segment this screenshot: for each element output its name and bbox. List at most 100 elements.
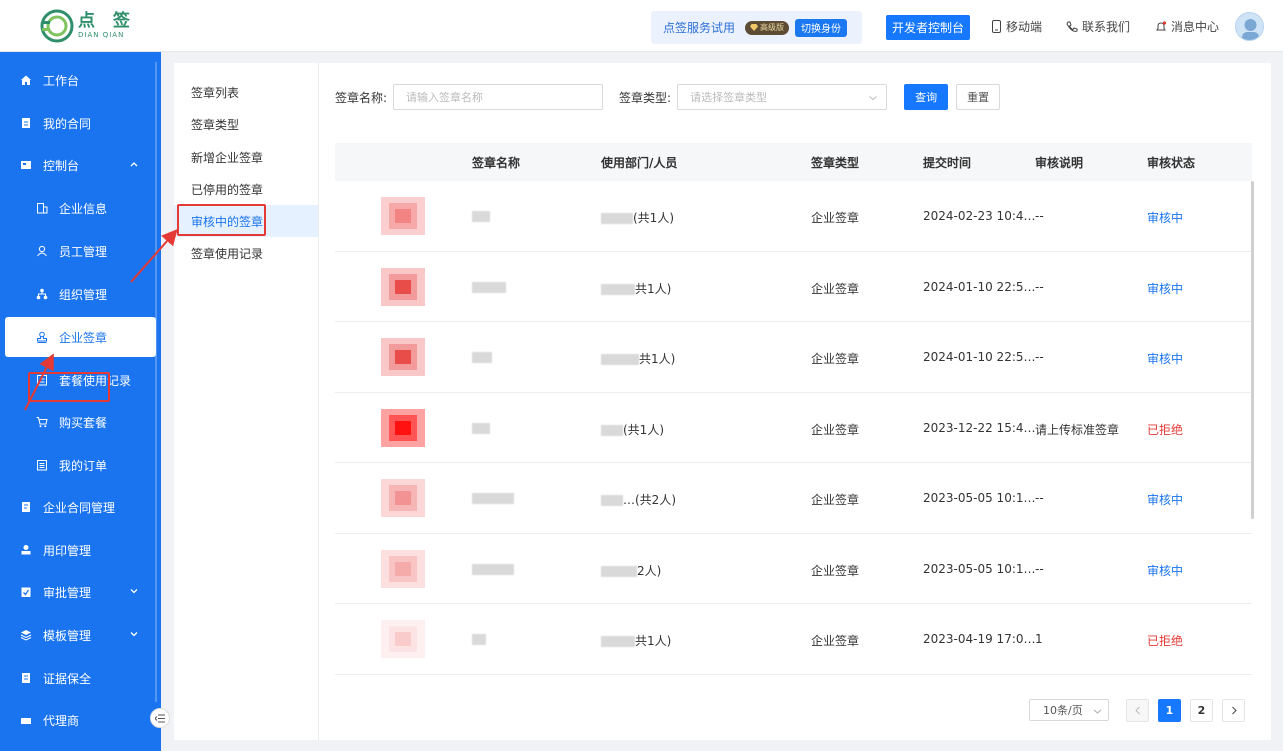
page-size-label: 10条/页 (1043, 704, 1083, 717)
dept-count: 共1人) (639, 352, 676, 366)
sidebar-item-templates[interactable]: 模板管理 (0, 615, 161, 655)
chevron-left-icon (1134, 706, 1140, 714)
top-header: 点 签 DIAN QIAN 点签服务试用 高级版 切换身份 开发者控制台 移动端… (0, 0, 1283, 52)
sidebar-item-seal-usage[interactable]: 用印管理 (0, 530, 161, 570)
sidebar-item-workbench[interactable]: 工作台 (0, 60, 161, 100)
mobile-link[interactable]: 移动端 (991, 18, 1042, 35)
submit-time-cell: 2023-04-19 17:0… (923, 632, 1036, 646)
logo[interactable]: 点 签 DIAN QIAN (40, 9, 136, 43)
sidebar-item-org[interactable]: 组织管理 (0, 274, 161, 314)
sidebar-item-label: 审批管理 (43, 585, 92, 600)
seal-name-input[interactable]: 请输入签章名称 (393, 84, 604, 110)
next-page-button[interactable] (1222, 698, 1245, 722)
message-center-link[interactable]: 消息中心 (1155, 18, 1219, 35)
console-icon (20, 159, 32, 171)
sidebar-item-agent[interactable]: 代理商 (0, 700, 161, 740)
bell-icon (1156, 20, 1167, 30)
seal-image (381, 620, 425, 658)
sidebar-item-label: 员工管理 (59, 244, 108, 259)
prev-page-button[interactable] (1126, 698, 1149, 722)
sidebar-item-my-orders[interactable]: 我的订单 (0, 445, 161, 485)
sidebar-item-company-info[interactable]: 企业信息 (0, 188, 161, 228)
subnav-add-seal[interactable]: 新增企业签章 (174, 141, 318, 173)
page-button-2[interactable]: 2 (1190, 698, 1213, 722)
seal-type-cell: 企业签章 (811, 352, 860, 366)
review-status-cell[interactable]: 审核中 (1147, 280, 1183, 297)
sidebar-item-approval[interactable]: 审批管理 (0, 572, 161, 612)
column-header: 审核说明 (1035, 156, 1084, 170)
submit-time-cell: 2023-12-22 15:4… (923, 420, 1036, 435)
switch-identity-button[interactable]: 切换身份 (795, 18, 848, 37)
subnav-seal-types[interactable]: 签章类型 (174, 108, 318, 140)
sidebar-item-evidence[interactable]: 证据保全 (0, 658, 161, 698)
pagination: 10条/页 1 2 (1029, 698, 1245, 722)
subnav-seal-usage[interactable]: 签章使用记录 (174, 237, 318, 269)
approval-icon (20, 586, 32, 598)
query-button[interactable]: 查询 (904, 84, 949, 110)
avatar-icon (1242, 19, 1259, 40)
tier-badge: 高级版 (745, 20, 790, 35)
submit-time-cell: 2024-02-23 10:4… (923, 209, 1036, 223)
column-header: 审核状态 (1147, 156, 1196, 170)
dept-count: (共1人) (623, 422, 664, 437)
sidebar-item-contract-mgmt[interactable]: 企业合同管理 (0, 487, 161, 527)
table-row[interactable]: 共1人) 企业签章 2024-01-10 22:5… -- 审核中 (335, 322, 1252, 393)
review-status-cell[interactable]: 已拒绝 (1147, 632, 1183, 649)
review-status-cell[interactable]: 审核中 (1147, 562, 1183, 579)
template-icon (20, 629, 32, 641)
dept-count: 共1人) (635, 634, 672, 648)
reset-button[interactable]: 重置 (956, 84, 1001, 110)
sidebar-item-staff[interactable]: 员工管理 (0, 231, 161, 271)
review-status-cell[interactable]: 已拒绝 (1147, 421, 1183, 438)
table-row[interactable]: 共1人) 企业签章 2023-04-19 17:0… 1 已拒绝 (335, 604, 1252, 675)
developer-console-button[interactable]: 开发者控制台 (886, 15, 970, 40)
review-status-cell[interactable]: 审核中 (1147, 491, 1183, 508)
subnav-disabled-seals[interactable]: 已停用的签章 (174, 173, 318, 205)
page-button-1[interactable]: 1 (1158, 698, 1181, 722)
cart-icon (36, 416, 48, 428)
review-status-cell[interactable]: 审核中 (1147, 209, 1183, 226)
dept-cell: …(共2人) (601, 491, 676, 508)
sidebar-item-label: 控制台 (43, 158, 80, 173)
diamond-icon (750, 24, 759, 31)
dept-cell: 共1人) (601, 632, 671, 649)
evidence-icon (20, 672, 32, 684)
trial-banner: 点签服务试用 高级版 切换身份 (651, 11, 862, 44)
seal-image (381, 197, 425, 235)
table-row[interactable]: …(共2人) 企业签章 2023-05-05 10:1… -- 审核中 (335, 463, 1252, 534)
main-content: 签章列表 签章类型 新增企业签章 已停用的签章 审核中的签章 签章使用记录 签章… (174, 63, 1271, 740)
table-row[interactable]: (共1人) 企业签章 2024-02-23 10:4… -- 审核中 (335, 181, 1252, 252)
dept-cell: 共1人) (601, 350, 675, 367)
seal-name-cell (472, 491, 514, 505)
table-row[interactable]: 共1人) 企业签章 2024-01-10 22:5… -- 审核中 (335, 252, 1252, 322)
table-header: 签章名称 使用部门/人员 签章类型 提交时间 审核说明 审核状态 (335, 143, 1252, 181)
seal-type-cell: 企业签章 (811, 563, 860, 578)
seal-type-cell: 企业签章 (811, 211, 860, 225)
chevron-down-icon (869, 96, 877, 101)
agent-icon (20, 714, 32, 726)
table-row[interactable]: 2人) 企业签章 2023-05-05 10:1… -- 审核中 (335, 534, 1252, 604)
submit-time-cell: 2023-05-05 10:1… (923, 491, 1036, 505)
contract-icon (20, 117, 32, 129)
sidebar-item-company-seal[interactable]: 企业签章 (5, 317, 156, 357)
user-avatar[interactable] (1235, 12, 1264, 41)
seal-type-select[interactable]: 请选择签章类型 (677, 84, 888, 110)
sidebar-item-my-contracts[interactable]: 我的合同 (0, 103, 161, 143)
review-status-cell[interactable]: 审核中 (1147, 350, 1183, 367)
page-size-select[interactable]: 10条/页 (1029, 699, 1109, 721)
contact-link[interactable]: 联系我们 (1066, 18, 1130, 35)
table-scrollbar[interactable] (1251, 181, 1254, 519)
review-note-cell: -- (1035, 279, 1044, 294)
seal-image (381, 338, 425, 376)
sidebar-item-label: 企业合同管理 (43, 500, 116, 515)
table-row[interactable]: (共1人) 企业签章 2023-12-22 15:4… 请上传标准签章 已拒绝 (335, 393, 1252, 463)
sidebar-item-buy-package[interactable]: 购买套餐 (0, 402, 161, 442)
sidebar-item-console[interactable]: 控制台 (0, 145, 161, 185)
pending-seal-table: 签章名称 使用部门/人员 签章类型 提交时间 审核说明 审核状态 (共1人) 企业… (335, 143, 1252, 675)
subnav-seal-list[interactable]: 签章列表 (174, 76, 318, 108)
chevron-right-icon (1231, 706, 1237, 714)
mobile-label: 移动端 (1006, 20, 1043, 34)
search-bar: 签章名称: 请输入签章名称 签章类型: 请选择签章类型 查询 重置 (335, 84, 1001, 110)
sidebar-collapse-button[interactable] (150, 708, 170, 728)
sidebar-item-label: 组织管理 (59, 287, 108, 302)
